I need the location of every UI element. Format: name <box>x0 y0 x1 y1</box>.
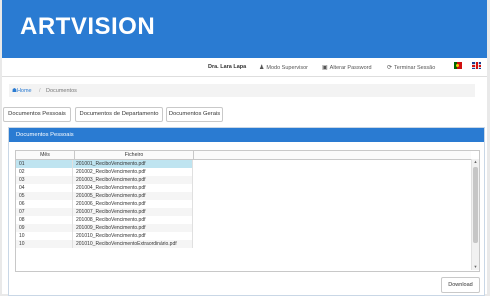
portuguese-flag-icon[interactable] <box>454 62 462 69</box>
breadcrumb-home[interactable]: ☗Home <box>12 88 32 94</box>
artvision-logo[interactable]: ARTVISION <box>20 13 155 41</box>
lock-icon: ▣ <box>322 65 328 71</box>
tab-documentos-gerais[interactable]: Documentos Gerais <box>166 107 223 122</box>
english-flag-icon[interactable] <box>472 62 481 69</box>
panel-title: Documentos Pessoais <box>9 128 484 142</box>
app-header: ARTVISION <box>2 0 487 58</box>
logout-link[interactable]: ⟳ Terminar Sessão <box>387 64 435 71</box>
table-scrollbar[interactable]: ▲ ▼ <box>471 159 479 270</box>
table-row[interactable]: 02 201002_ReciboVencimento.pdf <box>16 168 193 176</box>
table-row[interactable]: 06 201006_ReciboVencimento.pdf <box>16 200 193 208</box>
table-row[interactable]: 07 201007_ReciboVencimento.pdf <box>16 208 193 216</box>
table-row[interactable]: 08 201008_ReciboVencimento.pdf <box>16 216 193 224</box>
breadcrumb-current: Documentos <box>46 87 77 94</box>
column-header-month[interactable]: Mês <box>16 151 75 160</box>
table-row[interactable]: 10 201010_ReciboVencimento.pdf <box>16 232 193 240</box>
breadcrumb-separator: / <box>39 87 41 94</box>
tab-documentos-pessoais[interactable]: Documentos Pessoais <box>3 107 71 122</box>
scroll-thumb[interactable] <box>473 167 478 243</box>
table-row[interactable]: 01 201001_ReciboVencimento.pdf <box>16 160 193 168</box>
supervisor-mode-label: Modo Supervisor <box>266 65 308 71</box>
table-row[interactable]: 04 201004_ReciboVencimento.pdf <box>16 184 193 192</box>
supervisor-mode-link[interactable]: ♟ Modo Supervisor <box>259 64 308 71</box>
column-header-file[interactable]: Ficheiro <box>75 151 194 160</box>
logout-icon: ⟳ <box>387 65 393 71</box>
documents-table: Mês Ficheiro 01 201001_ReciboVencimento.p… <box>15 150 480 272</box>
tab-documentos-departamento[interactable]: Documentos de Departamento <box>75 107 163 122</box>
table-row[interactable]: 09 201009_ReciboVencimento.pdf <box>16 224 193 232</box>
user-name: Dra. Lara Lapa <box>208 64 247 70</box>
user-bar: Dra. Lara Lapa ♟ Modo Supervisor ▣ Alterar… <box>2 58 487 77</box>
download-button[interactable]: Download <box>441 277 480 293</box>
table-row[interactable]: 03 201003_ReciboVencimento.pdf <box>16 176 193 184</box>
documents-panel: Documentos Pessoais Mês Ficheiro 01 20100… <box>8 127 485 296</box>
table-row[interactable]: 10 201010_ReciboVencimentoExtraordinário.… <box>16 240 193 248</box>
change-password-link[interactable]: ▣ Alterar Password <box>322 64 372 71</box>
change-password-label: Alterar Password <box>329 65 372 71</box>
table-row[interactable]: 05 201005_ReciboVencimento.pdf <box>16 192 193 200</box>
breadcrumb: ☗Home / Documentos <box>9 84 475 97</box>
logout-label: Terminar Sessão <box>394 65 436 71</box>
column-header-spacer <box>194 151 471 160</box>
scroll-up-icon[interactable]: ▲ <box>472 159 479 165</box>
user-icon: ♟ <box>259 65 265 71</box>
scroll-down-icon[interactable]: ▼ <box>472 264 479 270</box>
